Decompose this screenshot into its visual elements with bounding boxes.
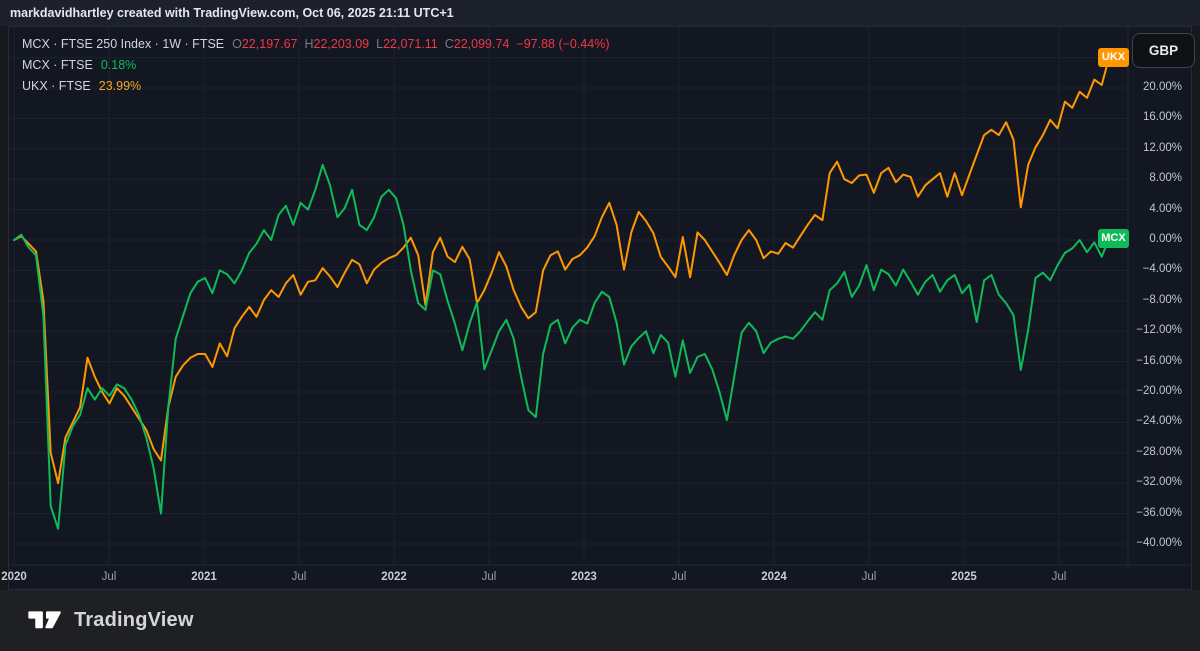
price-tick-label: 20.00% — [1130, 81, 1182, 93]
legend-row-mcx[interactable]: MCX · FTSE 0.18% — [22, 55, 610, 76]
price-tick-label: −40.00% — [1130, 537, 1182, 549]
time-tick-label: 2025 — [951, 571, 977, 583]
price-tick-label: 4.00% — [1130, 203, 1182, 215]
mcx-last-price-label: MCX — [1098, 229, 1129, 248]
time-tick-label: Jul — [672, 571, 687, 583]
price-tick-label: 16.00% — [1130, 111, 1182, 123]
price-tick-label: −20.00% — [1130, 385, 1182, 397]
time-tick-label: Jul — [1052, 571, 1067, 583]
tradingview-logo-text: TradingView — [74, 609, 194, 632]
tradingview-logo-icon — [28, 607, 64, 633]
price-tick-label: −36.00% — [1130, 507, 1182, 519]
price-tick-label: 0.00% — [1130, 233, 1182, 245]
legend-row-ukx[interactable]: UKX · FTSE 23.99% — [22, 76, 610, 97]
attribution-bar: markdavidhartley created with TradingVie… — [0, 0, 1200, 26]
legend-ukx-title: UKX · FTSE — [22, 79, 91, 93]
legend-low: L22,071.11 — [376, 37, 438, 51]
legend-open: O22,197.67 — [232, 37, 297, 51]
time-tick-label: Jul — [102, 571, 117, 583]
time-tick-label: Jul — [862, 571, 877, 583]
price-tick-label: −8.00% — [1130, 294, 1182, 306]
time-tick-label: Jul — [292, 571, 307, 583]
price-tick-label: −24.00% — [1130, 415, 1182, 427]
legend-row-main[interactable]: MCX · FTSE 250 Index · 1W · FTSE O22,197.… — [22, 34, 610, 55]
time-tick-label: 2021 — [191, 571, 217, 583]
price-tick-label: −32.00% — [1130, 476, 1182, 488]
ukx-last-price-label: UKX — [1098, 48, 1129, 67]
legend-mcx-title: MCX · FTSE — [22, 58, 93, 72]
legend-change: −97.88 (−0.44%) — [516, 37, 609, 51]
time-tick-label: 2020 — [1, 571, 27, 583]
tradingview-logo-link[interactable]: TradingView — [28, 607, 194, 633]
price-tick-label: 12.00% — [1130, 142, 1182, 154]
legend-mcx-value: 0.18% — [101, 58, 136, 72]
legend-close: C22,099.74 — [445, 37, 510, 51]
time-tick-label: Jul — [482, 571, 497, 583]
footer: TradingView — [0, 590, 1200, 651]
currency-gbp-button[interactable]: GBP — [1132, 33, 1195, 68]
legend-main-title: MCX · FTSE 250 Index · 1W · FTSE — [22, 37, 224, 51]
legend-high: H22,203.09 — [304, 37, 369, 51]
time-tick-label: 2023 — [571, 571, 597, 583]
attribution-text: markdavidhartley created with TradingVie… — [10, 0, 454, 26]
price-tick-label: 8.00% — [1130, 172, 1182, 184]
tradingview-snapshot: markdavidhartley created with TradingVie… — [0, 0, 1200, 651]
legend-ukx-value: 23.99% — [99, 79, 141, 93]
price-tick-label: −4.00% — [1130, 263, 1182, 275]
price-tick-label: −12.00% — [1130, 324, 1182, 336]
time-tick-label: 2024 — [761, 571, 787, 583]
time-tick-label: 2022 — [381, 571, 407, 583]
price-tick-label: −28.00% — [1130, 446, 1182, 458]
chart-pane[interactable]: MCX · FTSE 250 Index · 1W · FTSE O22,197.… — [0, 26, 1200, 590]
legend: MCX · FTSE 250 Index · 1W · FTSE O22,197.… — [22, 34, 610, 97]
price-chart-canvas[interactable] — [0, 26, 1200, 590]
price-tick-label: −16.00% — [1130, 355, 1182, 367]
